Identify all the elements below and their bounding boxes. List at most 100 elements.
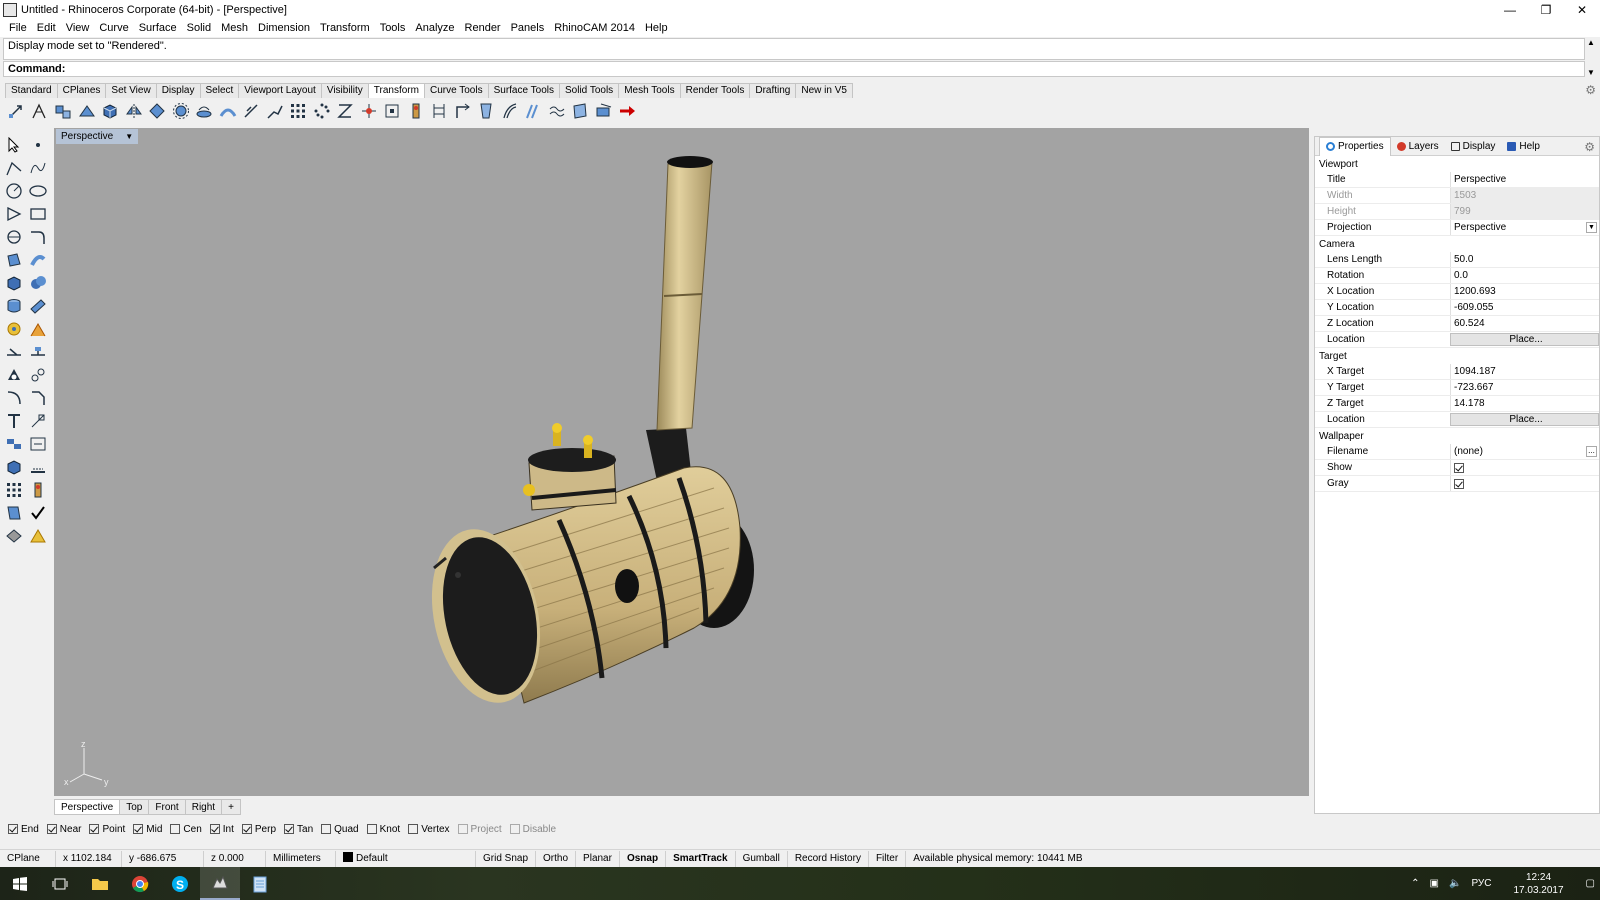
shear-icon[interactable]: [429, 101, 449, 121]
array-grid-left-icon[interactable]: [4, 480, 24, 500]
rectangle-icon[interactable]: [28, 204, 48, 224]
menu-transform[interactable]: Transform: [315, 22, 375, 34]
wallpaper-filename-field[interactable]: (none)...: [1450, 444, 1599, 459]
osnap-near[interactable]: Near: [46, 824, 81, 835]
curve-icon[interactable]: [28, 158, 48, 178]
toolbar-tab-display[interactable]: Display: [155, 83, 201, 98]
taper-icon[interactable]: [241, 101, 261, 121]
osnap-end-checkbox[interactable]: [8, 824, 18, 834]
viewport-tab-front[interactable]: Front: [148, 799, 186, 815]
status-layer[interactable]: Default: [336, 850, 476, 867]
notifications-icon[interactable]: ▢: [1586, 878, 1595, 889]
osnap-toggle[interactable]: Osnap: [620, 850, 667, 867]
osnap-point[interactable]: Point: [89, 824, 125, 835]
task-view-icon[interactable]: [40, 867, 80, 900]
polygon-icon[interactable]: [4, 204, 24, 224]
panel-gear-icon[interactable]: ⚙: [1584, 140, 1595, 154]
box-scale-icon[interactable]: [100, 101, 120, 121]
toolbar-tab-solid-tools[interactable]: Solid Tools: [559, 83, 620, 98]
toolbar-tab-viewport-layout[interactable]: Viewport Layout: [238, 83, 322, 98]
explode-icon[interactable]: [4, 319, 24, 339]
layer-icon[interactable]: [4, 503, 24, 523]
camera-place-button[interactable]: Place...: [1450, 333, 1599, 346]
menu-dimension[interactable]: Dimension: [253, 22, 315, 34]
toolbar-gear-icon[interactable]: ⚙: [1585, 83, 1596, 97]
polyline-icon[interactable]: [4, 158, 24, 178]
toolbar-tab-drafting[interactable]: Drafting: [749, 83, 797, 98]
osnap-disable[interactable]: Disable: [509, 824, 556, 835]
menu-view[interactable]: View: [61, 22, 95, 34]
rhino-taskbar-icon[interactable]: [200, 867, 240, 900]
copy-icon[interactable]: [30, 101, 50, 121]
menu-render[interactable]: Render: [460, 22, 506, 34]
skype-icon[interactable]: S: [160, 867, 200, 900]
surface-edge-icon[interactable]: [28, 250, 48, 270]
grid-snap-toggle[interactable]: Grid Snap: [476, 850, 537, 867]
close-icon[interactable]: ✕: [1564, 0, 1600, 19]
viewport-tab-perspective[interactable]: Perspective: [54, 799, 121, 815]
prop-z-target-value[interactable]: 14.178: [1450, 396, 1599, 411]
toolbar-tab-set-view[interactable]: Set View: [105, 83, 157, 98]
prop-x-location-value[interactable]: 1200.693: [1450, 284, 1599, 299]
osnap-end[interactable]: End: [8, 824, 39, 835]
maelstrom-icon[interactable]: [500, 101, 520, 121]
properties-left-icon[interactable]: [28, 480, 48, 500]
osnap-knot[interactable]: Knot: [366, 824, 400, 835]
rotate-icon[interactable]: [53, 101, 73, 121]
command-input[interactable]: Command:: [3, 61, 1585, 77]
analyze-icon[interactable]: [28, 457, 48, 477]
toolbar-tab-transform[interactable]: Transform: [367, 83, 425, 98]
file-explorer-icon[interactable]: [80, 867, 120, 900]
toolbar-tab-cplanes[interactable]: CPlanes: [56, 83, 107, 98]
flow-icon[interactable]: [265, 101, 285, 121]
projection-select[interactable]: Perspective ▼: [1450, 220, 1599, 235]
set-points-icon[interactable]: [382, 101, 402, 121]
osnap-point-checkbox[interactable]: [89, 824, 100, 834]
planar-toggle[interactable]: Planar: [576, 850, 620, 867]
prop-z-location-value[interactable]: 60.524: [1450, 316, 1599, 331]
box-icon[interactable]: [4, 273, 24, 293]
osnap-tan[interactable]: Tan: [284, 824, 313, 835]
osnap-quad[interactable]: Quad: [321, 824, 359, 835]
circle-icon[interactable]: [4, 181, 24, 201]
scroll-down-icon[interactable]: ▼: [1587, 68, 1595, 77]
mesh-icon[interactable]: [28, 296, 48, 316]
twist-icon[interactable]: [194, 101, 214, 121]
toolbar-tab-curve-tools[interactable]: Curve Tools: [423, 83, 489, 98]
menu-panels[interactable]: Panels: [506, 22, 550, 34]
toolbar-tab-new-in-v5[interactable]: New in V5: [795, 83, 853, 98]
record-history-toggle[interactable]: Record History: [788, 850, 869, 867]
target-place-button[interactable]: Place...: [1450, 413, 1599, 426]
status-units[interactable]: Millimeters: [266, 850, 336, 867]
notepad-icon[interactable]: [240, 867, 280, 900]
smarttrack-toggle[interactable]: SmartTrack: [666, 850, 736, 867]
osnap-mid-checkbox[interactable]: [133, 824, 144, 834]
add-viewport-tab-button[interactable]: +: [221, 799, 241, 815]
osnap-quad-checkbox[interactable]: [321, 824, 332, 834]
ellipse-icon[interactable]: [28, 181, 48, 201]
ungroup-icon[interactable]: [28, 365, 48, 385]
prop-y-location-value[interactable]: -609.055: [1450, 300, 1599, 315]
osnap-perp[interactable]: Perp: [241, 824, 276, 835]
cylinder-icon[interactable]: [4, 296, 24, 316]
osnap-perp-checkbox[interactable]: [241, 824, 252, 834]
osnap-near-checkbox[interactable]: [46, 824, 57, 834]
command-scrollbar[interactable]: ▲ ▼: [1585, 38, 1597, 77]
orient-on-surface-icon[interactable]: [617, 101, 637, 121]
toolbar-tab-select[interactable]: Select: [199, 83, 240, 98]
menu-help[interactable]: Help: [640, 22, 673, 34]
gumball-toggle[interactable]: Gumball: [736, 850, 788, 867]
array-curve-icon[interactable]: [335, 101, 355, 121]
menu-file[interactable]: File: [4, 22, 32, 34]
gray-checkbox[interactable]: [1454, 479, 1464, 489]
perspective-viewport[interactable]: Perspective ▼ z x y: [54, 128, 1309, 796]
scroll-up-icon[interactable]: ▲: [1587, 38, 1595, 47]
prop-lens-length-value[interactable]: 50.0: [1450, 252, 1599, 267]
menu-tools[interactable]: Tools: [375, 22, 411, 34]
orient-icon[interactable]: [147, 101, 167, 121]
trim-icon[interactable]: [28, 319, 48, 339]
osnap-int-checkbox[interactable]: [209, 824, 220, 834]
browse-button[interactable]: ...: [1586, 446, 1597, 457]
menu-solid[interactable]: Solid: [182, 22, 216, 34]
select-arrow-icon[interactable]: [4, 135, 24, 155]
